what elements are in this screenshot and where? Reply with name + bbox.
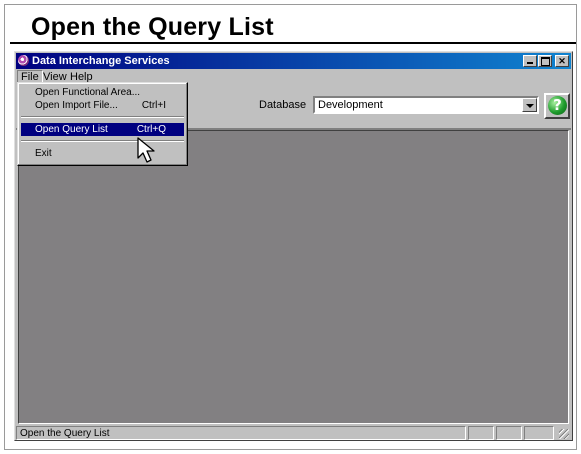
menu-item-label: Open Functional Area... [35,87,141,98]
status-pane [524,426,554,440]
minimize-button[interactable] [523,55,537,67]
mouse-pointer-icon [137,137,155,163]
menu-item-label: Open Query List [35,124,108,135]
close-button[interactable]: ✕ [555,55,569,67]
status-text: Open the Query List [16,426,466,440]
menu-item-shortcut: Ctrl+I [141,100,166,111]
menu-item-shortcut: Ctrl+Q [136,124,166,135]
status-pane [496,426,522,440]
slide-title: Open the Query List [31,13,274,41]
help-question-icon: ? [548,96,567,115]
help-button[interactable]: ? [544,93,570,119]
database-label: Database [259,99,307,111]
maximize-icon [541,57,550,66]
file-menu-dropdown: Open Functional Area... Open Import File… [17,82,188,166]
window-title: Data Interchange Services [32,55,170,67]
size-grip-icon[interactable] [559,429,569,439]
menu-item-open-query-list[interactable]: Open Query List Ctrl+Q [21,123,184,136]
dropdown-arrow-icon[interactable] [522,98,537,112]
menu-item-label: Exit [35,148,52,159]
app-globe-icon[interactable] [18,55,29,66]
database-value: Development [318,99,383,111]
minimize-icon [527,62,533,64]
workspace-area [18,130,569,424]
maximize-button[interactable] [538,55,552,67]
menu-item-label: Open Import File... [35,100,118,111]
menu-item-open-functional-area[interactable]: Open Functional Area... [21,86,184,99]
close-icon: ✕ [558,56,566,66]
menu-item-open-import-file[interactable]: Open Import File... Ctrl+I [21,99,184,112]
statusbar: Open the Query List [16,426,571,440]
title-rule [10,42,576,44]
window-titlebar[interactable]: Data Interchange Services ✕ [16,53,571,69]
database-select[interactable]: Development [313,96,539,114]
status-pane [468,426,494,440]
menu-separator [21,116,184,118]
